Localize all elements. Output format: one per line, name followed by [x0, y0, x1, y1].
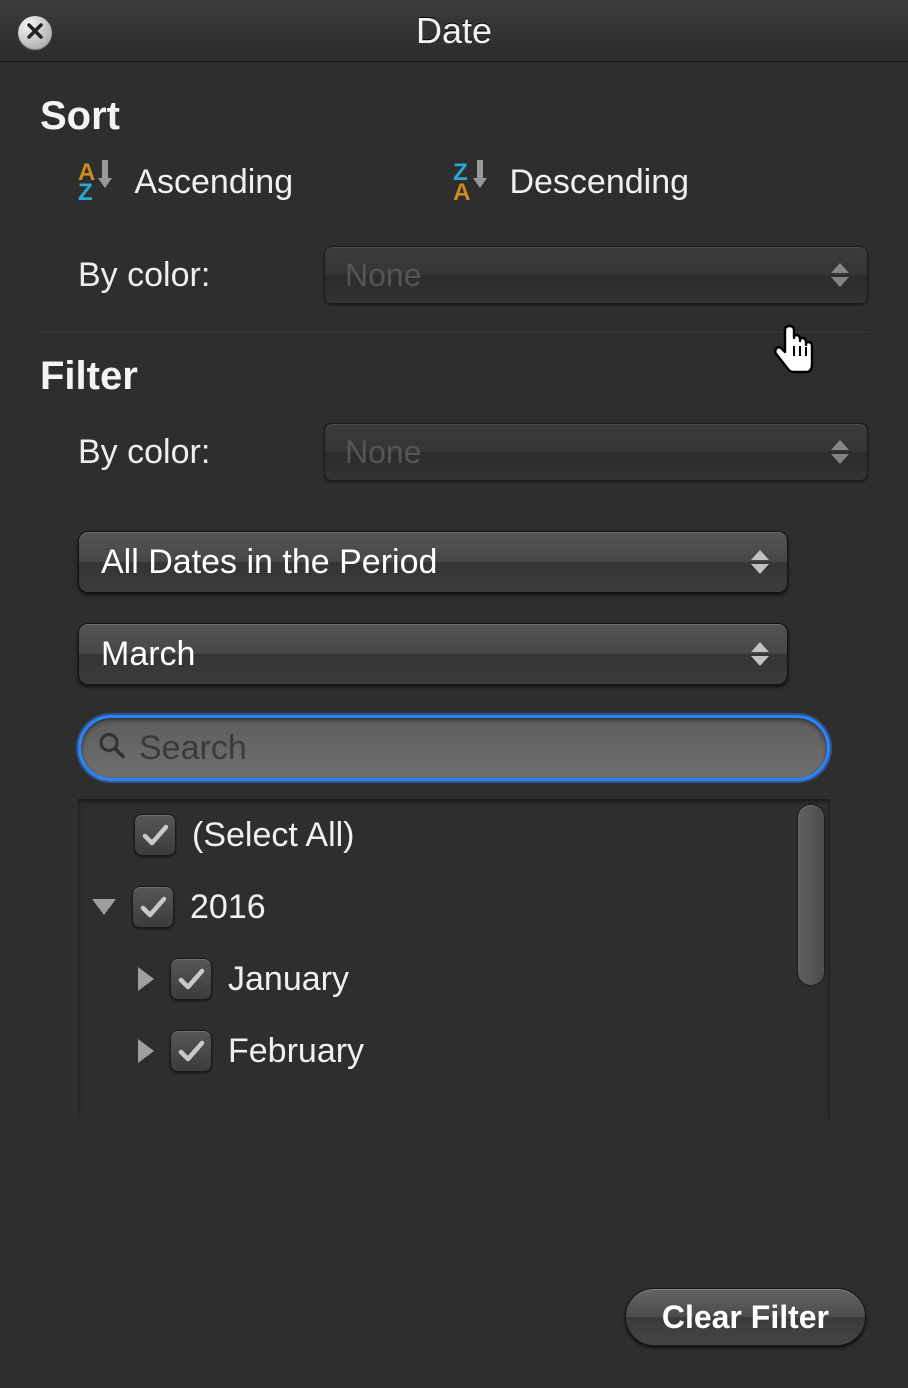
clear-filter-button[interactable]: Clear Filter [625, 1288, 866, 1346]
tree-month-label: January [228, 960, 349, 999]
tree-month-row[interactable]: January [78, 943, 830, 1015]
checkbox-year[interactable] [132, 886, 174, 928]
sort-by-color-value: None [345, 257, 422, 294]
checkbox-month[interactable] [170, 958, 212, 1000]
dropdown-arrows-icon [751, 642, 769, 666]
dropdown-arrows-icon [831, 263, 849, 287]
sort-options: AZ Ascending ZA Descending [40, 163, 868, 202]
filter-heading: Filter [40, 354, 868, 399]
checkbox-select-all[interactable] [134, 814, 176, 856]
sort-ascending-icon: AZ [78, 163, 112, 201]
title-bar: Date [0, 0, 908, 62]
dropdown-arrows-icon [751, 550, 769, 574]
tree-year-label: 2016 [190, 888, 266, 927]
filter-period-dropdown[interactable]: All Dates in the Period [78, 531, 788, 593]
clear-filter-label: Clear Filter [662, 1299, 829, 1336]
scrollbar-thumb[interactable] [798, 805, 824, 985]
sort-descending-option[interactable]: ZA Descending [453, 163, 689, 202]
search-field-wrap [78, 715, 830, 781]
search-icon [98, 732, 126, 765]
dropdown-arrows-icon [831, 440, 849, 464]
tree-year-row[interactable]: 2016 [78, 871, 830, 943]
filter-values-tree: (Select All) 2016 January February [78, 799, 830, 1119]
sort-by-color-dropdown[interactable]: None [324, 246, 868, 304]
disclosure-open-icon[interactable] [92, 899, 116, 915]
close-button[interactable] [18, 16, 52, 50]
sort-by-color-row: By color: None [40, 246, 868, 304]
filter-by-color-row: By color: None [40, 423, 868, 481]
sort-ascending-option[interactable]: AZ Ascending [78, 163, 293, 202]
tree-select-all-label: (Select All) [192, 816, 355, 855]
sort-descending-icon: ZA [453, 163, 487, 201]
filter-by-color-dropdown[interactable]: None [324, 423, 868, 481]
sort-ascending-label: Ascending [134, 163, 293, 202]
filter-month-value: March [101, 635, 195, 674]
filter-by-color-value: None [345, 434, 422, 471]
dialog-content: Sort AZ Ascending ZA Descending By color… [0, 62, 908, 1119]
checkbox-month[interactable] [170, 1030, 212, 1072]
tree-month-row[interactable]: February [78, 1015, 830, 1087]
filter-period-value: All Dates in the Period [101, 543, 437, 582]
search-input[interactable] [78, 715, 830, 781]
disclosure-closed-icon[interactable] [138, 1039, 154, 1063]
sort-descending-label: Descending [509, 163, 689, 202]
dialog-title: Date [416, 10, 492, 52]
filter-by-color-label: By color: [78, 433, 298, 472]
close-icon [25, 21, 45, 46]
section-divider [40, 330, 868, 332]
tree-select-all-row[interactable]: (Select All) [78, 799, 830, 871]
sort-by-color-label: By color: [78, 256, 298, 295]
filter-month-dropdown[interactable]: March [78, 623, 788, 685]
disclosure-closed-icon[interactable] [138, 967, 154, 991]
sort-heading: Sort [40, 94, 868, 139]
tree-month-label: February [228, 1032, 364, 1071]
